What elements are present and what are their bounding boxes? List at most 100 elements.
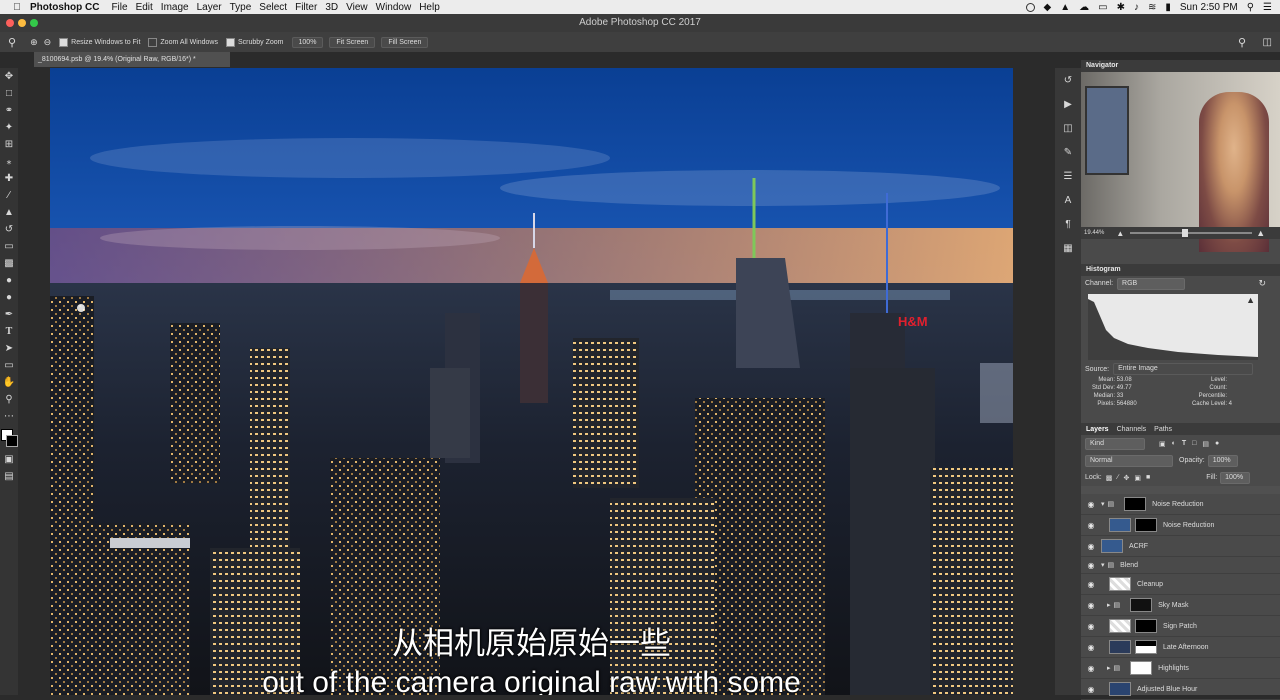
zoom-out-icon[interactable]: ⊖ — [44, 37, 52, 48]
expand-arrow-icon[interactable]: ▾ — [1101, 500, 1105, 508]
blend-mode-select[interactable]: Normal — [1085, 454, 1173, 467]
filter-adjustment-icon[interactable]: ◐ — [1172, 440, 1176, 447]
history-panel-icon[interactable]: ↺ — [1055, 68, 1081, 92]
brush-tool-icon[interactable]: ∕ — [0, 187, 18, 204]
layer-thumb[interactable] — [1101, 539, 1123, 553]
menu-image[interactable]: Image — [161, 2, 189, 13]
clone-stamp-tool-icon[interactable]: ▲ — [0, 204, 18, 221]
dropbox-icon[interactable]: ◆ — [1044, 2, 1052, 13]
path-select-tool-icon[interactable]: ➤ — [0, 340, 18, 357]
volume-icon[interactable]: ♪ — [1134, 2, 1139, 13]
screen-mode-icon[interactable]: ▤ — [0, 468, 18, 485]
menu-filter[interactable]: Filter — [295, 2, 317, 13]
visibility-eye-icon[interactable]: ◉ — [1085, 685, 1097, 694]
brushes-panel-icon[interactable]: ✎ — [1055, 140, 1081, 164]
workspace-icon[interactable]: ◫ — [1263, 37, 1272, 48]
menu-type[interactable]: Type — [230, 2, 252, 13]
layer-thumb[interactable] — [1109, 577, 1131, 591]
layer-row[interactable]: ◉ ▾ ▤ Noise Reduction — [1081, 494, 1280, 515]
bluetooth-icon[interactable]: ✱ — [1117, 2, 1125, 13]
visibility-eye-icon[interactable]: ◉ — [1085, 542, 1097, 551]
filter-toggle-icon[interactable]: ● — [1215, 440, 1219, 447]
resize-windows-checkbox[interactable] — [59, 37, 69, 47]
layer-row[interactable]: ◉ Cleanup — [1081, 574, 1280, 595]
color-swatches[interactable] — [0, 425, 18, 451]
fill-screen-button[interactable]: Fill Screen — [381, 36, 429, 48]
quick-mask-icon[interactable]: ▣ — [0, 451, 18, 468]
menu-help[interactable]: Help — [419, 2, 440, 13]
visibility-eye-icon[interactable]: ◉ — [1085, 500, 1097, 509]
tab-channels[interactable]: Channels — [1117, 426, 1147, 433]
layer-thumb[interactable] — [1109, 518, 1131, 532]
expand-arrow-icon[interactable]: ▾ — [1101, 561, 1105, 569]
layer-row[interactable]: ◉ Noise Reduction — [1081, 515, 1280, 536]
layer-row[interactable]: ◉ ▸ ▤ Highlights — [1081, 658, 1280, 679]
menu-app-name[interactable]: Photoshop CC — [30, 2, 99, 13]
layer-row[interactable]: ◉ Late Afternoon — [1081, 637, 1280, 658]
minimize-window-icon[interactable] — [18, 19, 26, 27]
creative-cloud-icon[interactable]: ☁ — [1079, 2, 1089, 13]
navigator-title[interactable]: Navigator — [1081, 60, 1280, 72]
document-tab[interactable]: _8100694.psb @ 19.4% (Original Raw, RGB/… — [34, 52, 230, 67]
gradient-tool-icon[interactable]: ▩ — [0, 255, 18, 272]
fill-input[interactable]: 100% — [1220, 471, 1251, 484]
refresh-icon[interactable]: ↻ — [1258, 278, 1266, 289]
paragraph-panel-icon[interactable]: ¶ — [1055, 212, 1081, 236]
zoom-100-button[interactable]: 100% — [291, 36, 324, 48]
lock-position-icon[interactable]: ✥ — [1124, 474, 1130, 482]
menu-view[interactable]: View — [346, 2, 368, 13]
eraser-tool-icon[interactable]: ▭ — [0, 238, 18, 255]
layer-mask-thumb[interactable] — [1135, 640, 1157, 654]
menu-file[interactable]: File — [111, 2, 127, 13]
layer-row[interactable]: ◉ ACRF — [1081, 536, 1280, 557]
filter-type-icon[interactable]: T — [1182, 440, 1186, 447]
zoom-in-icon[interactable]: ⊕ — [30, 37, 38, 48]
lock-all-icon[interactable]: ■ — [1146, 474, 1150, 481]
pen-tool-icon[interactable]: ✒ — [0, 306, 18, 323]
visibility-eye-icon[interactable]: ◉ — [1085, 561, 1097, 570]
menu-select[interactable]: Select — [259, 2, 287, 13]
healing-brush-tool-icon[interactable]: ✚ — [0, 170, 18, 187]
history-brush-tool-icon[interactable]: ↺ — [0, 221, 18, 238]
histogram-title[interactable]: Histogram — [1081, 264, 1280, 276]
layer-thumb[interactable] — [1109, 682, 1131, 696]
character-panel-icon[interactable]: A — [1055, 188, 1081, 212]
menu-list-icon[interactable]: ☰ — [1263, 2, 1272, 13]
move-tool-icon[interactable]: ✥ — [0, 68, 18, 85]
record-icon[interactable] — [1025, 2, 1035, 12]
more-tools-icon[interactable]: ⋯ — [0, 408, 18, 425]
lock-artboard-icon[interactable]: ▣ — [1134, 474, 1141, 482]
search-icon[interactable]: ⚲ — [1238, 36, 1246, 49]
rectangle-tool-icon[interactable]: ▭ — [0, 357, 18, 374]
lock-pixels-icon[interactable]: ▩ — [1106, 474, 1113, 482]
layer-comps-panel-icon[interactable]: ▦ — [1055, 236, 1081, 260]
zoom-tool-icon[interactable]: ⚲ — [0, 391, 18, 408]
tab-layers[interactable]: Layers — [1086, 426, 1109, 433]
fit-screen-button[interactable]: Fit Screen — [329, 36, 376, 48]
hand-tool-icon[interactable]: ✋ — [0, 374, 18, 391]
zoom-all-checkbox[interactable] — [148, 37, 158, 47]
layer-mask-thumb[interactable] — [1130, 661, 1153, 675]
scrubby-zoom-checkbox[interactable] — [225, 37, 235, 47]
filter-smart-object-icon[interactable]: ▤ — [1202, 440, 1209, 448]
source-select[interactable]: Entire Image — [1113, 363, 1254, 375]
wifi-icon[interactable]: ≋ — [1148, 2, 1156, 13]
menu-window[interactable]: Window — [376, 2, 412, 13]
opacity-input[interactable]: 100% — [1207, 454, 1238, 467]
apple-icon[interactable]:  — [10, 2, 24, 13]
close-window-icon[interactable] — [6, 19, 14, 27]
spotlight-icon[interactable]: ⚲ — [1247, 2, 1254, 13]
layer-row[interactable]: ◉ Adjusted Blue Hour — [1081, 679, 1280, 700]
layer-mask-thumb[interactable] — [1135, 518, 1157, 532]
visibility-eye-icon[interactable]: ◉ — [1085, 601, 1097, 610]
layer-kind-filter[interactable]: Kind — [1085, 437, 1145, 450]
expand-arrow-icon[interactable]: ▸ — [1107, 664, 1111, 672]
visibility-eye-icon[interactable]: ◉ — [1085, 643, 1097, 652]
cast-icon[interactable]: ▭ — [1098, 2, 1107, 13]
zoom-tool-icon[interactable]: ⚲ — [8, 36, 16, 49]
layer-mask-thumb[interactable] — [1130, 598, 1153, 612]
visibility-eye-icon[interactable]: ◉ — [1085, 664, 1097, 673]
type-tool-icon[interactable]: T — [0, 323, 18, 340]
properties-panel-icon[interactable]: ☰ — [1055, 164, 1081, 188]
navigator-zoom-value[interactable]: 19.44% — [1084, 230, 1104, 236]
